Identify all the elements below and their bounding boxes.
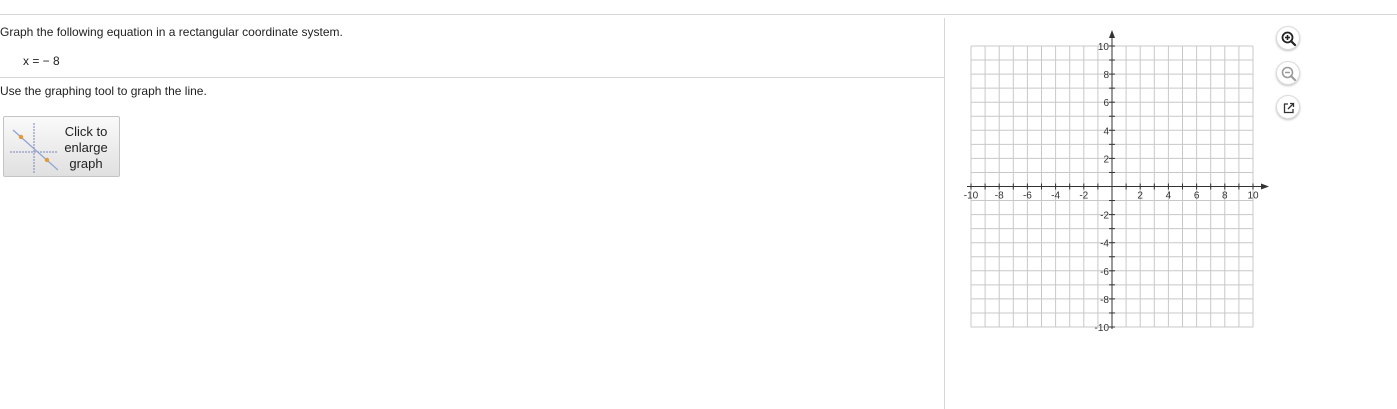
x-tick-label: 6 xyxy=(1194,191,1200,202)
y-tick-label: 6 xyxy=(1103,98,1109,109)
top-rule xyxy=(0,14,1397,15)
enlarge-label-line1: Click to xyxy=(64,124,108,139)
enlarge-graph-label: Click to enlarge graph xyxy=(58,124,114,172)
x-tick-label: -6 xyxy=(1023,191,1032,202)
zoom-in-icon xyxy=(1281,31,1297,47)
x-tick-label: -8 xyxy=(995,191,1004,202)
x-tick-label: 10 xyxy=(1247,191,1259,202)
graph-area[interactable]: -10 -8 -6 -4 -2 2 4 6 8 10 10 8 6 4 2 -2 -4 -6 -8 -10 xyxy=(955,25,1275,340)
enlarge-label-line2: enlarge xyxy=(64,140,108,155)
y-tick-label: -4 xyxy=(1100,239,1109,250)
tool-instruction: Use the graphing tool to graph the line. xyxy=(0,84,207,98)
x-tick-label: -2 xyxy=(1079,191,1088,202)
equation-text: x = − 8 xyxy=(23,54,60,68)
x-axis-arrow xyxy=(1261,183,1269,190)
y-axis-arrow xyxy=(1109,30,1115,38)
y-tick-label: 2 xyxy=(1103,154,1109,165)
popout-button[interactable] xyxy=(1276,95,1300,119)
enlarge-graph-button[interactable]: Click to enlarge graph xyxy=(3,116,120,177)
x-tick-label: 8 xyxy=(1222,191,1228,202)
graph-thumbnail-icon xyxy=(10,123,58,173)
panel-divider xyxy=(944,18,945,409)
x-tick-label: 4 xyxy=(1166,191,1172,202)
x-tick-label: -4 xyxy=(1051,191,1060,202)
y-tick-label: 4 xyxy=(1103,126,1109,137)
y-tick-label: -6 xyxy=(1100,267,1109,278)
enlarge-label-line3: graph xyxy=(69,156,103,171)
x-tick-label: 2 xyxy=(1137,191,1143,202)
external-link-icon xyxy=(1283,102,1295,114)
y-tick-label: 8 xyxy=(1103,70,1109,81)
zoom-in-button[interactable] xyxy=(1276,26,1300,50)
zoom-out-button[interactable] xyxy=(1276,61,1300,85)
y-tick-label: -8 xyxy=(1100,295,1109,306)
y-tick-label: 10 xyxy=(1098,42,1110,53)
y-tick-label: -10 xyxy=(1095,323,1110,334)
x-tick-label: -10 xyxy=(964,191,979,202)
zoom-out-icon xyxy=(1281,66,1296,81)
y-tick-label: -2 xyxy=(1100,211,1109,222)
question-instruction: Graph the following equation in a rectan… xyxy=(0,25,343,39)
section-separator xyxy=(0,77,944,78)
